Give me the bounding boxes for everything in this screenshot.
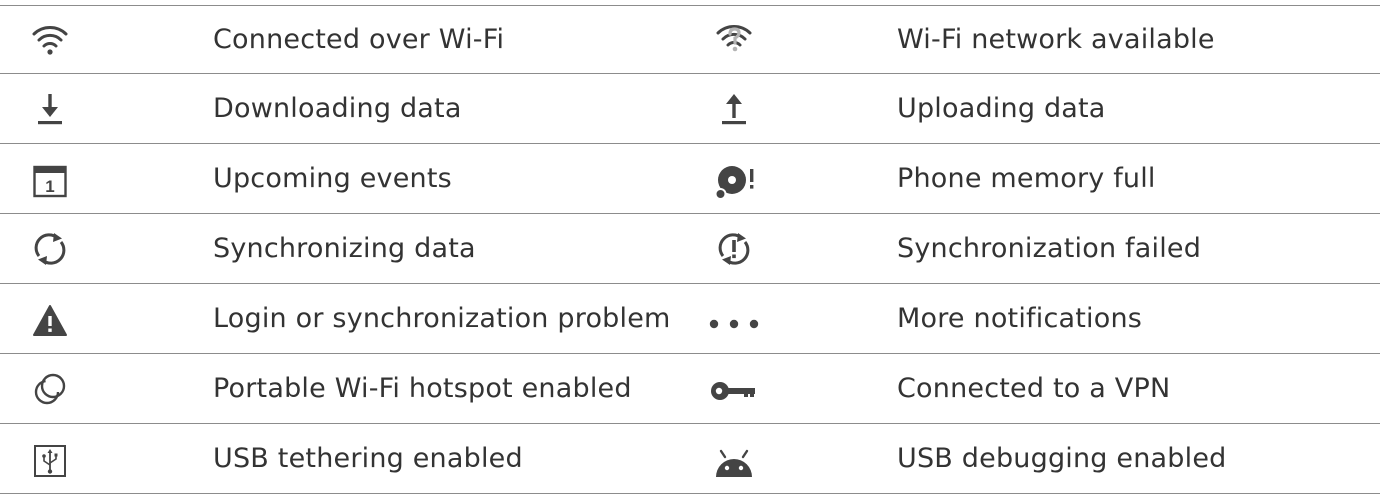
download-icon <box>22 89 78 129</box>
legend-label: Connected over Wi-Fi <box>213 24 505 55</box>
upload-icon <box>706 89 762 129</box>
android-debug-icon <box>706 443 762 483</box>
table-row: USB tethering enabled USB debugging enab… <box>0 423 1380 493</box>
legend-label: More notifications <box>897 303 1143 334</box>
table-row: Downloading data Uploading data <box>0 73 1380 143</box>
more-notifications-icon <box>706 303 762 343</box>
usb-tethering-icon <box>22 441 78 481</box>
table-row: 1 Upcoming events Phone memory full <box>0 143 1380 213</box>
legend-label: Synchronization failed <box>897 233 1202 264</box>
sync-failed-icon <box>706 229 762 269</box>
table-row: Synchronizing data Synchronization faile… <box>0 213 1380 283</box>
legend-label: Downloading data <box>213 93 462 124</box>
legend-label: Connected to a VPN <box>897 373 1171 404</box>
sync-icon <box>22 229 78 269</box>
table-row: Connected over Wi-Fi Wi-Fi network avail… <box>0 5 1380 75</box>
calendar-icon: 1 <box>22 161 78 201</box>
legend-label: Synchronizing data <box>213 233 476 264</box>
wifi-connected-icon <box>22 20 78 60</box>
vpn-key-icon <box>706 371 762 411</box>
wifi-available-icon <box>706 20 762 60</box>
legend-label: Login or synchronization problem <box>213 303 671 334</box>
hotspot-icon <box>22 369 78 409</box>
legend-label: Upcoming events <box>213 163 452 194</box>
legend-label: USB debugging enabled <box>897 443 1227 474</box>
legend-label: Wi-Fi network available <box>897 24 1215 55</box>
table-row: Login or synchronization problem More no… <box>0 283 1380 353</box>
calendar-day: 1 <box>45 177 54 196</box>
warning-icon <box>22 301 78 341</box>
legend-label: Portable Wi-Fi hotspot enabled <box>213 373 632 404</box>
row-divider <box>0 493 1380 494</box>
table-row: Portable Wi-Fi hotspot enabled Connected… <box>0 353 1380 423</box>
memory-full-icon <box>706 161 762 201</box>
legend-label: Uploading data <box>897 93 1106 124</box>
legend-label: Phone memory full <box>897 163 1156 194</box>
legend-label: USB tethering enabled <box>213 443 523 474</box>
